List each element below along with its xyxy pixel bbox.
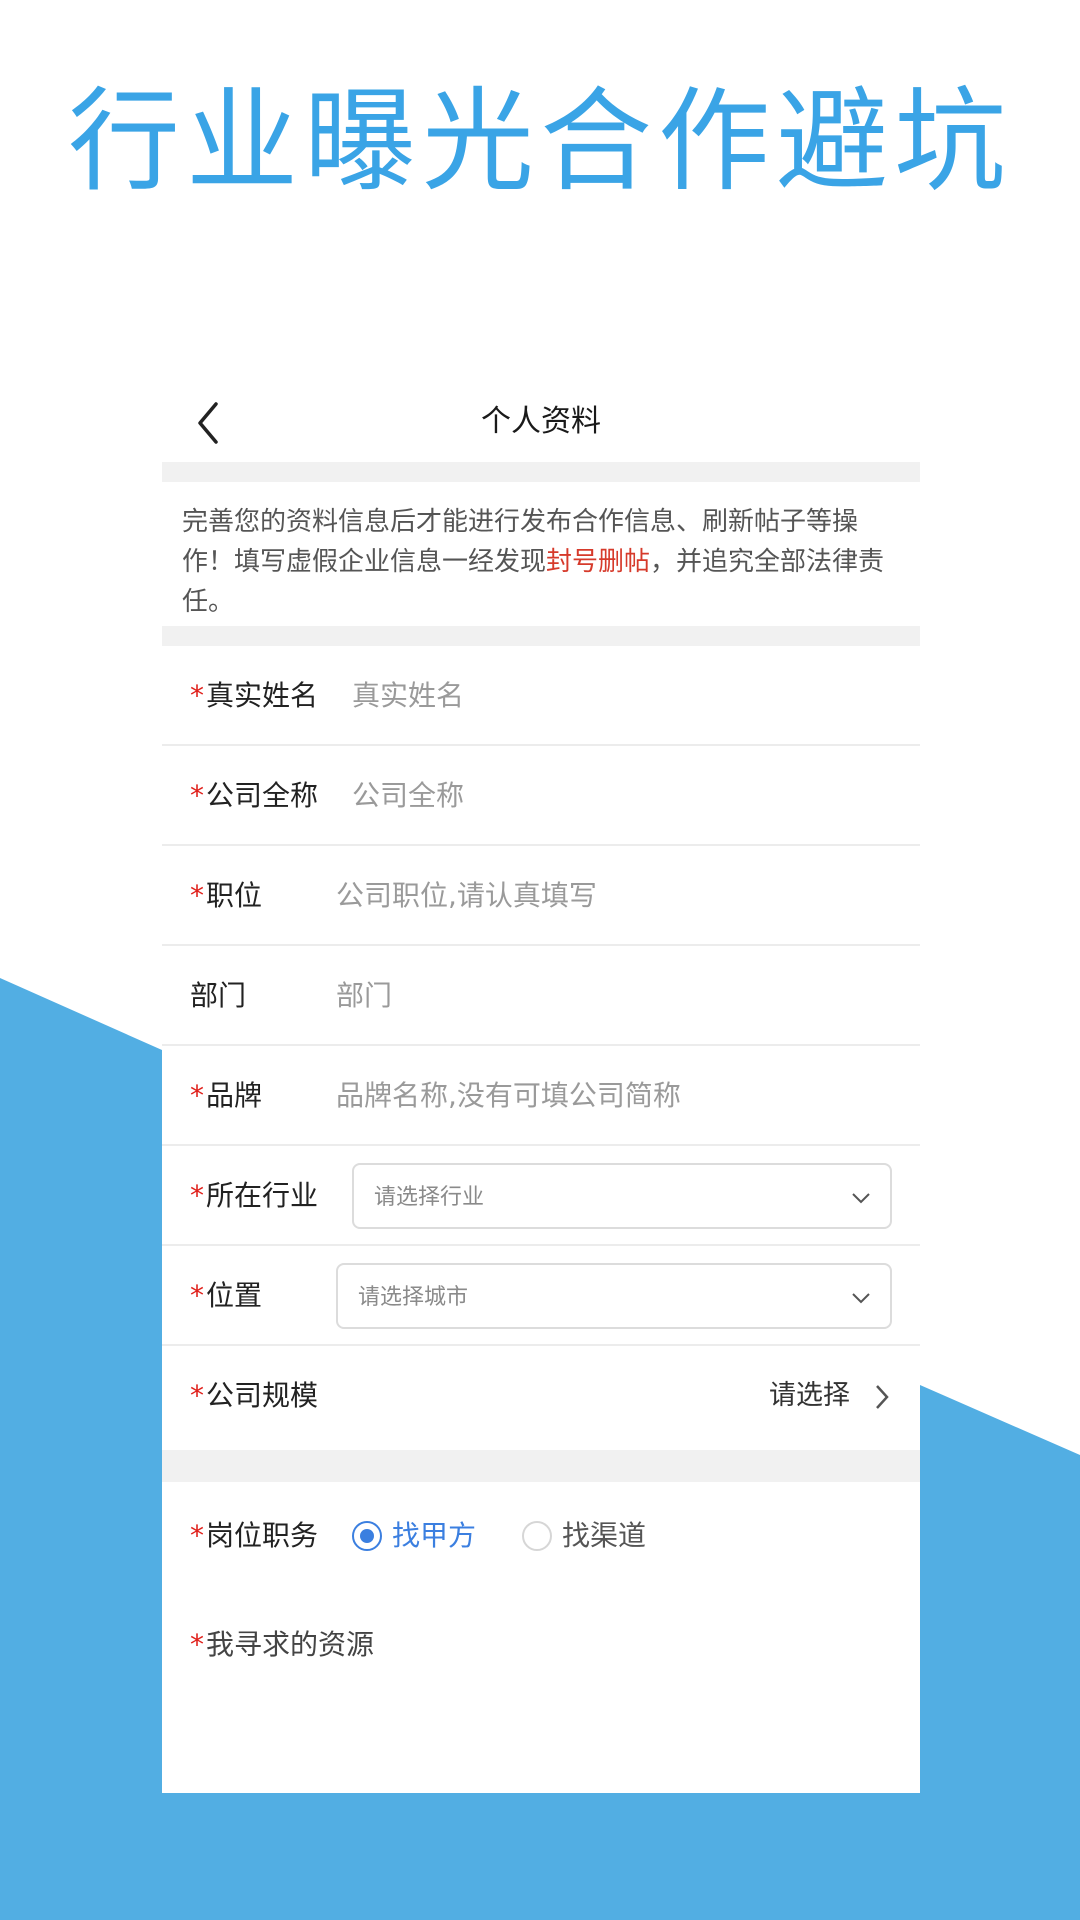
role-row: *岗位职务 找甲方 找渠道 — [162, 1482, 920, 1582]
industry-label-text: 所在行业 — [206, 1179, 319, 1212]
chevron-right-icon — [876, 1385, 889, 1409]
profile-screen: 个人资料 完善您的资料信息后才能进行发布合作信息、刷新帖子等操作！填写虚假企业信… — [162, 380, 920, 1793]
divider — [162, 626, 920, 646]
brand-input[interactable]: 品牌名称,没有可填公司简称 — [336, 1076, 681, 1116]
chevron-down-icon — [852, 1193, 870, 1204]
radio-option-label: 找渠道 — [562, 1519, 647, 1552]
company-input[interactable]: 公司全称 — [352, 776, 464, 816]
location-label-text: 位置 — [206, 1279, 263, 1312]
company-label: *公司全称 — [190, 776, 318, 816]
department-row: 部门 部门 — [162, 946, 920, 1046]
company-scale-label-text: 公司规模 — [206, 1379, 319, 1412]
required-mark: * — [190, 1079, 204, 1112]
company-label-text: 公司全称 — [206, 779, 319, 812]
position-row: *职位 公司职位,请认真填写 — [162, 846, 920, 946]
divider — [162, 462, 920, 482]
radio-option-label: 找甲方 — [392, 1519, 477, 1552]
real-name-label-text: 真实姓名 — [206, 679, 319, 712]
location-select[interactable]: 请选择城市 — [336, 1263, 892, 1329]
industry-row: *所在行业 请选择行业 — [162, 1146, 920, 1246]
position-label-text: 职位 — [206, 879, 263, 912]
real-name-input[interactable]: 真实姓名 — [352, 676, 464, 716]
real-name-label: *真实姓名 — [190, 676, 318, 716]
chevron-down-icon — [852, 1293, 870, 1304]
required-mark: * — [190, 1379, 204, 1412]
resource-label-text: 我寻求的资源 — [206, 1628, 375, 1661]
notice-text: 完善您的资料信息后才能进行发布合作信息、刷新帖子等操作！填写虚假企业信息一经发现… — [162, 482, 920, 626]
role-label: *岗位职务 — [190, 1516, 318, 1556]
notice-warning: 封号删帖 — [546, 547, 651, 577]
industry-label: *所在行业 — [190, 1176, 318, 1216]
company-scale-label: *公司规模 — [190, 1376, 318, 1416]
department-label: 部门 — [190, 979, 247, 1012]
radio-unselected-icon — [522, 1521, 552, 1551]
location-select-placeholder: 请选择城市 — [358, 1285, 469, 1310]
company-row: *公司全称 公司全称 — [162, 746, 920, 846]
promo-headline: 行业曝光合作避坑 — [68, 77, 1012, 207]
industry-select[interactable]: 请选择行业 — [352, 1163, 892, 1229]
required-mark: * — [190, 1628, 204, 1661]
industry-select-placeholder: 请选择行业 — [374, 1185, 485, 1210]
brand-row: *品牌 品牌名称,没有可填公司简称 — [162, 1046, 920, 1146]
brand-label: *品牌 — [190, 1076, 262, 1116]
location-row: *位置 请选择城市 — [162, 1246, 920, 1346]
radio-selected-icon — [352, 1521, 382, 1551]
divider — [162, 1450, 920, 1482]
position-label: *职位 — [190, 876, 262, 916]
location-label: *位置 — [190, 1276, 262, 1316]
required-mark: * — [190, 879, 204, 912]
real-name-row: *真实姓名 真实姓名 — [162, 646, 920, 746]
brand-label-text: 品牌 — [206, 1079, 263, 1112]
navbar: 个人资料 — [162, 380, 920, 462]
required-mark: * — [190, 1279, 204, 1312]
position-input[interactable]: 公司职位,请认真填写 — [336, 876, 597, 916]
company-scale-row[interactable]: *公司规模 请选择 — [162, 1346, 920, 1450]
company-scale-value: 请选择 — [769, 1380, 850, 1411]
page-title: 个人资料 — [481, 404, 601, 439]
resource-label: *我寻求的资源 — [190, 1625, 374, 1665]
role-label-text: 岗位职务 — [206, 1519, 319, 1552]
department-input[interactable]: 部门 — [336, 976, 392, 1016]
required-mark: * — [190, 1179, 204, 1212]
required-mark: * — [190, 679, 204, 712]
required-mark: * — [190, 1519, 204, 1552]
required-mark: * — [190, 779, 204, 812]
radio-option-find-client[interactable]: 找甲方 — [352, 1516, 482, 1556]
radio-option-find-channel[interactable]: 找渠道 — [522, 1516, 652, 1556]
